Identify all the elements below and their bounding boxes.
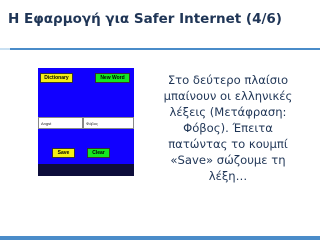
clear-button[interactable]: Clear: [87, 148, 110, 158]
greek-translation-field[interactable]: Φόβος: [83, 117, 134, 129]
body-line: μπαίνουν οι ελληνικές: [163, 89, 293, 103]
slide-title: Η Εφαρμογή για Safer Internet (4/6): [8, 11, 282, 27]
body-line: λέξη…: [208, 169, 248, 183]
body-line: «Save» σώζουμε τη: [170, 153, 286, 167]
slide-body-text: Στο δεύτερο πλαίσιο μπαίνουν οι ελληνικέ…: [158, 72, 298, 184]
footer-bar: [0, 236, 320, 240]
title-divider-accent: [0, 48, 10, 50]
save-button[interactable]: Save: [52, 148, 75, 158]
app-screenshot-bottom-bar: [38, 164, 134, 176]
body-line: Στο δεύτερο πλαίσιο: [167, 73, 289, 87]
new-word-button[interactable]: New Word: [95, 73, 130, 83]
body-line: πατώντας το κουμπί: [168, 137, 288, 151]
app-screenshot: Dictionary New Word Angst Φόβος Save Cle…: [38, 68, 134, 164]
body-line: λέξεις (Μετάφραση:: [169, 105, 287, 119]
english-word-field[interactable]: Angst: [38, 117, 83, 129]
body-line: Φόβος). Έπειτα: [183, 121, 273, 135]
dictionary-button[interactable]: Dictionary: [40, 73, 73, 83]
title-divider: [0, 48, 320, 50]
